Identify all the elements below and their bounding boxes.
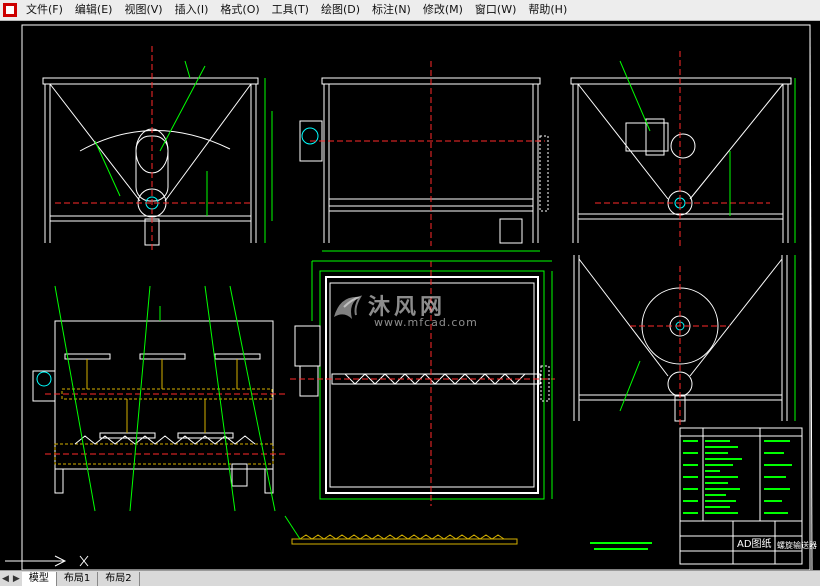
menu-window[interactable]: 窗口(W) [469, 0, 522, 20]
watermark-logo-icon [334, 295, 363, 319]
tab-next-icon[interactable]: ▶ [11, 572, 22, 586]
view-front-elevation [42, 46, 273, 251]
menu-modify[interactable]: 修改(M) [417, 0, 469, 20]
menu-view[interactable]: 视图(V) [118, 0, 168, 20]
menu-format[interactable]: 格式(O) [214, 0, 265, 20]
layout-tab-bar: ◀ ▶ 模型 布局1 布局2 [0, 570, 820, 586]
menu-edit[interactable]: 编辑(E) [69, 0, 119, 20]
ucs-icon [5, 555, 89, 567]
watermark-url: www.mfcad.com [374, 316, 478, 329]
tab-prev-icon[interactable]: ◀ [0, 572, 11, 586]
title-block-lines [590, 440, 792, 550]
view-end-section [573, 255, 796, 426]
tab-layout-1[interactable]: 布局1 [57, 571, 99, 586]
view-side-elevation [299, 61, 549, 252]
view-end-elevation [570, 51, 796, 246]
title-block-company: AD图纸 [737, 539, 772, 550]
drawing-canvas[interactable]: 沐风网 www.mfcad.com AD图纸 螺旋输送器 [0, 21, 820, 570]
menu-insert[interactable]: 插入(I) [169, 0, 215, 20]
menu-draw[interactable]: 绘图(D) [315, 0, 366, 20]
view-shaft-detail [284, 515, 518, 545]
app-icon[interactable] [3, 3, 17, 17]
menu-tools[interactable]: 工具(T) [266, 0, 315, 20]
view-longitudinal-section [32, 285, 285, 512]
title-block-name: 螺旋输送器 [777, 541, 817, 550]
tab-layout-2[interactable]: 布局2 [98, 571, 140, 586]
menu-help[interactable]: 帮助(H) [522, 0, 573, 20]
menu-dimension[interactable]: 标注(N) [366, 0, 417, 20]
tab-model[interactable]: 模型 [21, 571, 57, 586]
menu-bar: 文件(F) 编辑(E) 视图(V) 插入(I) 格式(O) 工具(T) 绘图(D… [0, 0, 820, 21]
menu-file[interactable]: 文件(F) [20, 0, 69, 20]
watermark: 沐风网 www.mfcad.com [330, 289, 495, 337]
